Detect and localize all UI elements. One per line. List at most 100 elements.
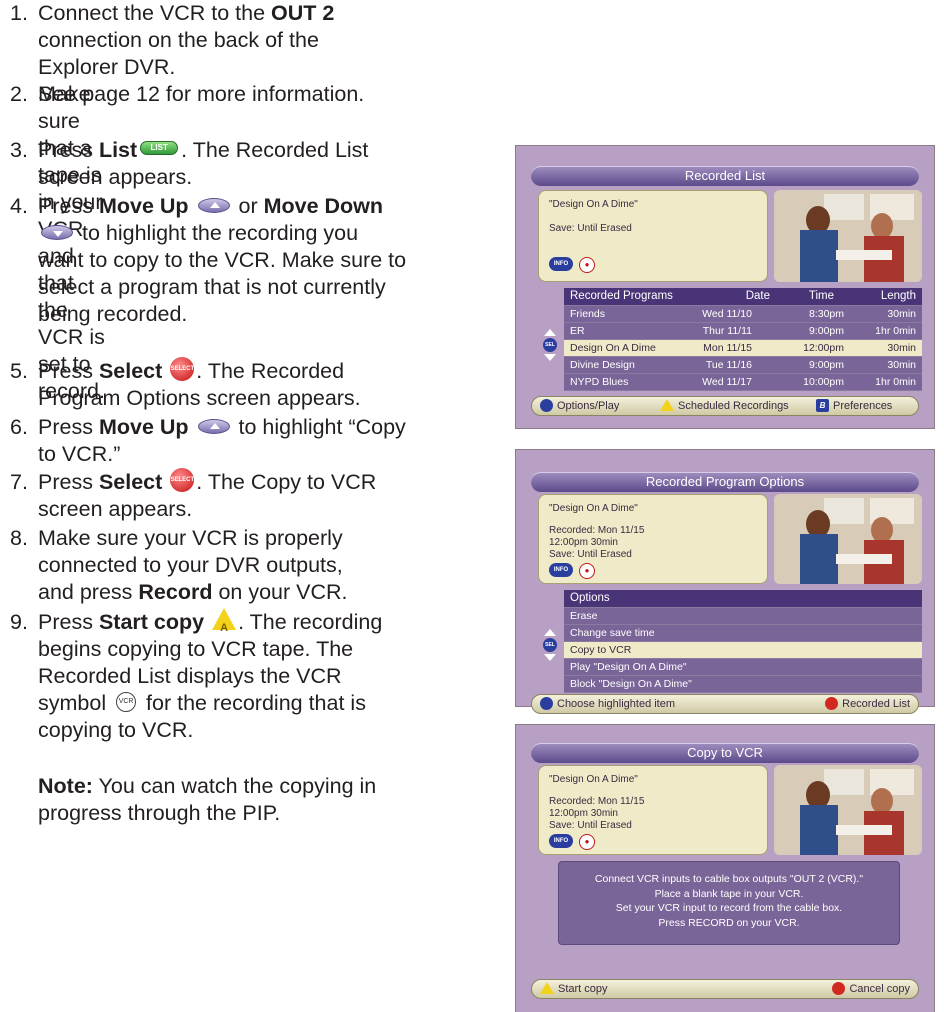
step-text: and press [38, 580, 139, 604]
note-text: progress through the PIP. [38, 801, 281, 825]
step-number: 3. [10, 138, 28, 162]
step-text: for the recording that is [140, 691, 366, 715]
select-icon: SEL [543, 638, 557, 652]
table-row[interactable]: Divine Design Tue 11/16 9:00pm 30min [564, 357, 922, 374]
footer-label: Recorded List [842, 698, 910, 710]
table-row[interactable]: ER Thur 11/11 9:00pm 1hr 0min [564, 323, 922, 340]
step-text: . The Recorded [196, 359, 345, 383]
save-status: Save: Until Erased [549, 549, 632, 560]
note-text: You can watch the copying in [92, 774, 377, 798]
column-header: Date [745, 290, 770, 302]
b-button-icon: B [816, 398, 829, 412]
program-date: Wed 11/17 [702, 376, 752, 388]
step-bold-text: Select [98, 359, 163, 383]
info-icon: INFO [549, 563, 573, 577]
step-text: begins copying to VCR tape. The [38, 637, 354, 661]
program-name: Friends [570, 308, 606, 320]
note-label: Note: [38, 774, 93, 798]
step-bold-text: Start copy [98, 610, 205, 634]
footer-preferences: B Preferences [816, 397, 892, 415]
step-bold-text: Select [98, 470, 163, 494]
option-erase[interactable]: Erase [564, 608, 922, 625]
step-bold-text: List [98, 138, 138, 162]
lock-icon: ● [579, 257, 595, 273]
step-1: 1. Connect the VCR to the OUT 2 connecti… [0, 0, 364, 106]
program-date: Thur 11/11 [702, 325, 752, 337]
program-time: 12:00pm [803, 342, 844, 354]
recorded-programs-table: Recorded Programs Date Time Length Frien… [564, 288, 922, 391]
scroll-up-icon [544, 329, 556, 336]
program-date: Mon 11/15 [703, 342, 752, 354]
select-icon: SEL [543, 338, 557, 352]
move-up-button-icon [197, 418, 230, 434]
pip-image [774, 765, 922, 855]
footer-start-copy: Start copy [540, 980, 608, 998]
footer-label: Choose highlighted item [557, 698, 676, 710]
info-icon: INFO [549, 257, 573, 271]
instruction-line: Connect VCR inputs to cable box outputs … [594, 873, 864, 885]
scroll-down-icon [544, 654, 556, 661]
footer-choose-item: Choose highlighted item [540, 695, 675, 713]
step-text: Press [38, 359, 99, 383]
step-text: connection on the back of the Explorer D… [38, 28, 319, 79]
table-row[interactable]: NYPD Blues Wed 11/17 10:00pm 1hr 0min [564, 374, 922, 391]
table-row-selected[interactable]: Design On A Dime Mon 11/15 12:00pm 30min [564, 340, 922, 357]
step-8: 8. Make sure your VCR is properly connec… [0, 525, 348, 604]
c-button-icon [825, 696, 839, 710]
program-info-box: "Design On A Dime" Recorded: Mon 11/15 1… [538, 765, 768, 855]
program-title: "Design On A Dime" [549, 503, 638, 514]
options-header-label: Options [570, 592, 610, 604]
program-name: Design On A Dime [570, 342, 656, 354]
program-time: 9:00pm [808, 359, 844, 371]
step-text: screen appears. [38, 497, 193, 521]
step-text: Press [38, 138, 99, 162]
step-bold-text: OUT 2 [271, 1, 335, 25]
c-button-icon [832, 981, 846, 995]
step-text: Recorded List displays the VCR [38, 664, 342, 688]
pip-photo [774, 494, 922, 584]
step-text: select a program that is not currently [38, 275, 386, 299]
screen-title: Recorded Program Options [531, 472, 919, 492]
copy-to-vcr-screen: Copy to VCR "Design On A Dime" Recorded:… [515, 724, 935, 1012]
table-header: Recorded Programs Date Time Length [564, 288, 922, 306]
copy-instructions-box: Connect VCR inputs to cable box outputs … [558, 861, 900, 945]
save-status: Save: Until Erased [549, 820, 632, 831]
step-bold-text: Move Up [98, 415, 189, 439]
option-change-save-time[interactable]: Change save time [564, 625, 922, 642]
a-button-icon [660, 399, 674, 412]
step-bold-text: Move Down [263, 194, 384, 218]
program-length: 30min [887, 359, 916, 371]
option-block[interactable]: Block "Design On A Dime" [564, 676, 922, 693]
program-length: 1hr 0min [875, 325, 916, 337]
lock-icon: ● [579, 834, 595, 850]
options-list: Options Erase Change save time Copy to V… [564, 590, 922, 693]
footer-cancel-copy: Cancel copy [832, 980, 910, 998]
instruction-line: Set your VCR input to record from the ca… [615, 902, 843, 914]
select-button-icon: SELECT [170, 468, 195, 493]
screen-footer: Choose highlighted item Recorded List [531, 694, 919, 714]
screen-title: Recorded List [531, 166, 919, 186]
step-text: Press [38, 610, 99, 634]
footer-label: Cancel copy [849, 983, 910, 995]
step-number: 4. [10, 194, 28, 218]
recorded-list-screen: Recorded List "Design On A Dime" Save: U… [515, 145, 935, 429]
program-time: 8:30pm [808, 308, 844, 320]
option-copy-to-vcr[interactable]: Copy to VCR [564, 642, 922, 659]
step-text: Press [38, 415, 99, 439]
step-text: . The recording [238, 610, 383, 634]
step-3: 3. Press List LIST. The Recorded List scr… [0, 137, 368, 189]
blue-button-icon [540, 696, 553, 710]
step-number: 7. [10, 470, 28, 494]
recorded-time: 12:00pm 30min [549, 537, 618, 548]
program-length: 30min [887, 308, 916, 320]
step-text: . The Copy to VCR [196, 470, 377, 494]
a-button-label: A [220, 622, 229, 635]
save-status: Save: Until Erased [549, 223, 632, 234]
step-text: being recorded. [38, 302, 188, 326]
option-play[interactable]: Play "Design On A Dime" [564, 659, 922, 676]
move-up-button-icon [197, 197, 230, 213]
lock-icon: ● [579, 563, 595, 579]
table-row[interactable]: Friends Wed 11/10 8:30pm 30min [564, 306, 922, 323]
scroll-down-icon [544, 354, 556, 361]
scroll-up-icon [544, 629, 556, 636]
